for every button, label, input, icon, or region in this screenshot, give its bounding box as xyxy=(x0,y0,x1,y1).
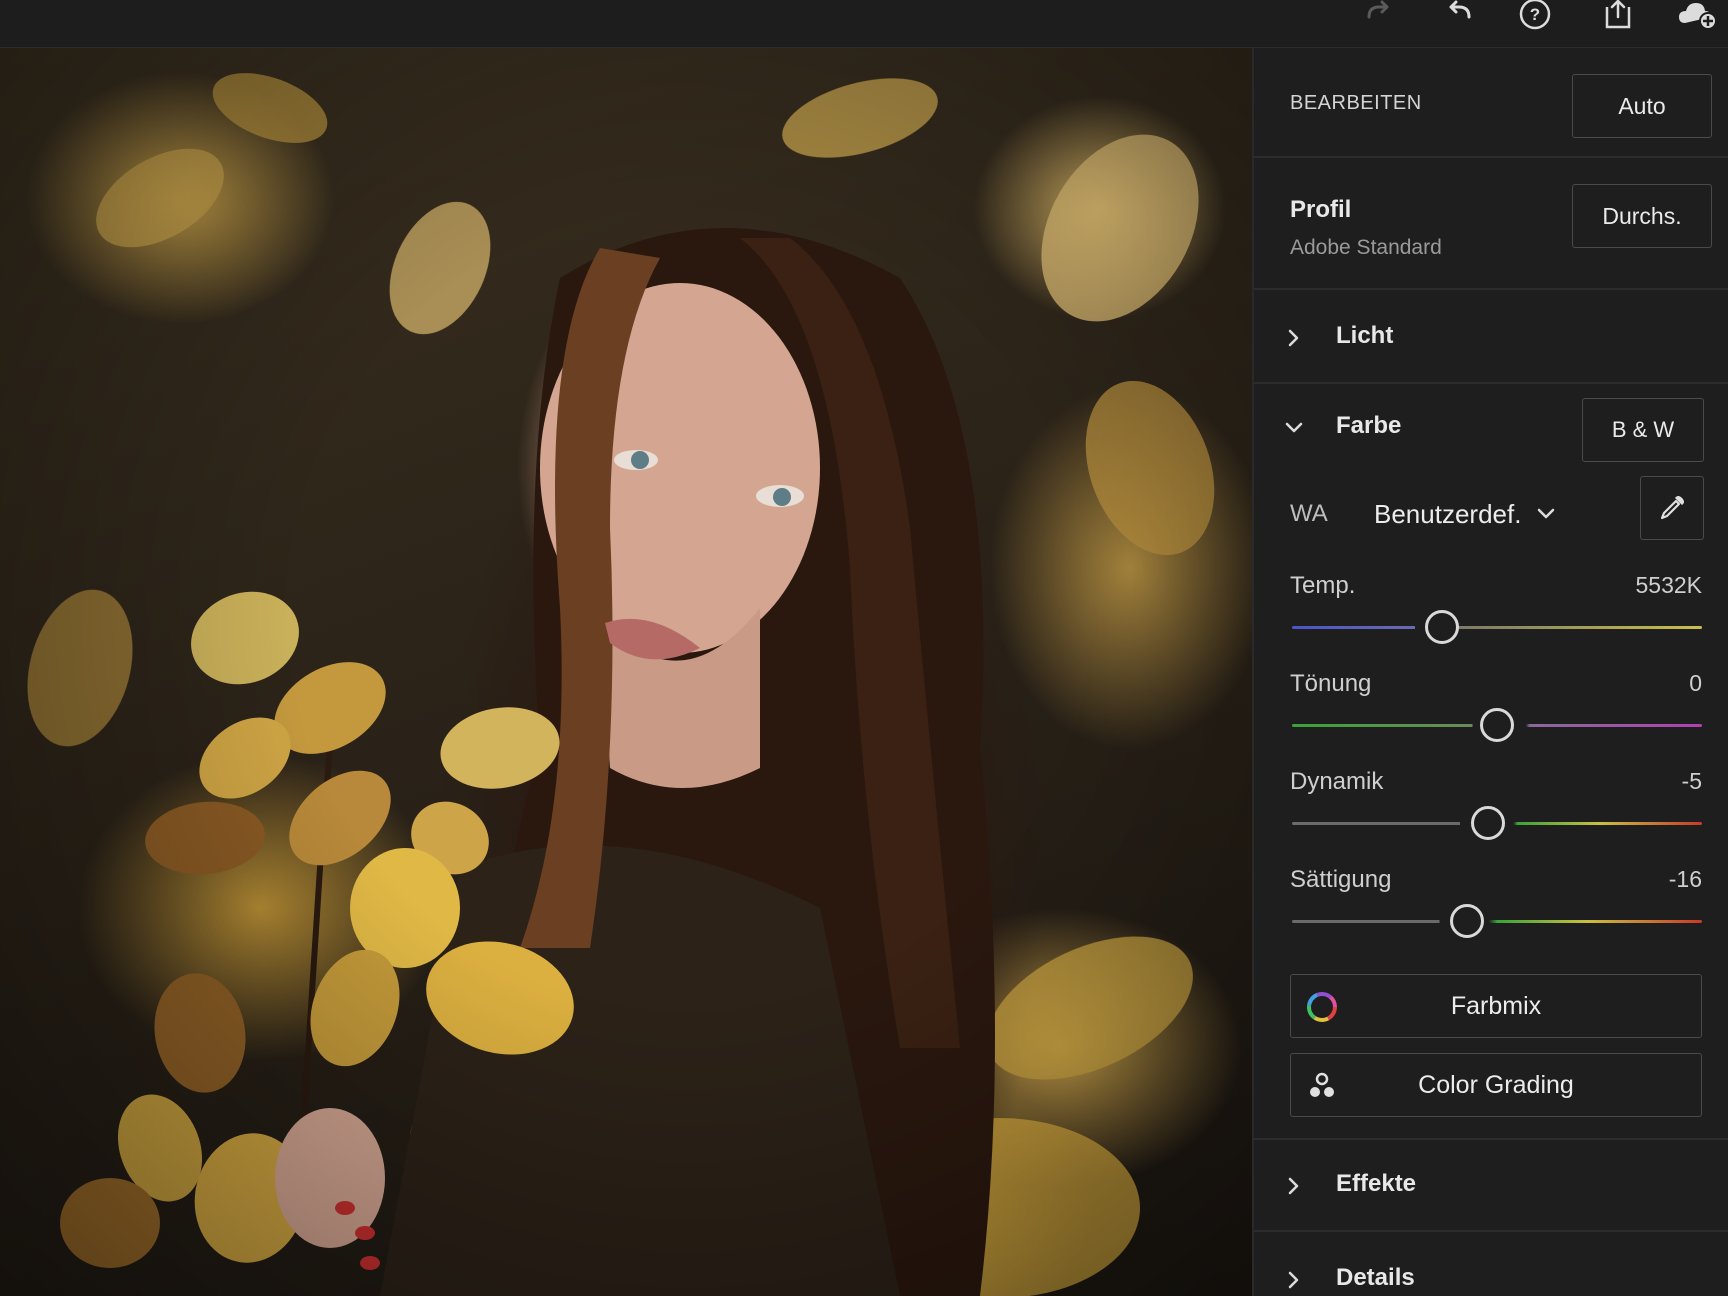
section-details-header[interactable]: Details xyxy=(1254,1232,1728,1296)
slider-value-saturation: -16 xyxy=(1668,866,1702,892)
auto-button[interactable]: Auto xyxy=(1572,74,1712,138)
chevron-right-icon xyxy=(1288,1271,1299,1289)
slider-track-saturation[interactable] xyxy=(1292,920,1702,923)
slider-track-temp[interactable] xyxy=(1292,626,1702,629)
redo-icon[interactable] xyxy=(1356,0,1400,34)
photo-canvas[interactable] xyxy=(0,48,1252,1296)
photo-vignette xyxy=(0,48,1252,1296)
section-color-title: Farbe xyxy=(1336,412,1402,439)
slider-label-temp: Temp. xyxy=(1290,572,1356,599)
slider-thumb-saturation[interactable] xyxy=(1450,904,1484,938)
slider-thumb-tint[interactable] xyxy=(1480,708,1514,742)
section-light-header[interactable]: Licht xyxy=(1254,290,1728,380)
slider-value-temp: 5532K xyxy=(1635,572,1702,598)
chevron-down-icon xyxy=(1285,422,1303,433)
color-grading-button[interactable]: Color Grading xyxy=(1290,1053,1702,1117)
wb-dropdown[interactable]: Benutzerdef. xyxy=(1374,492,1574,536)
section-color-header[interactable]: Farbe xyxy=(1254,384,1554,468)
undo-icon[interactable] xyxy=(1438,0,1482,34)
wb-label: WA xyxy=(1290,500,1328,527)
slider-thumb-vibrance[interactable] xyxy=(1471,806,1505,840)
wb-value: Benutzerdef. xyxy=(1374,498,1522,529)
eyedropper-button[interactable] xyxy=(1640,476,1704,540)
section-light-title: Licht xyxy=(1336,322,1394,349)
panel-title: BEARBEITEN xyxy=(1290,92,1422,114)
chevron-down-icon xyxy=(1538,508,1555,519)
color-grading-icon xyxy=(1310,1072,1334,1097)
chevron-right-icon xyxy=(1288,1177,1299,1195)
colormix-button[interactable]: Farbmix xyxy=(1290,974,1702,1038)
slider-label-vibrance: Dynamik xyxy=(1290,768,1384,795)
svg-text:?: ? xyxy=(1530,5,1540,24)
slider-label-saturation: Sättigung xyxy=(1290,866,1392,893)
divider xyxy=(1254,156,1728,158)
profile-title: Profil xyxy=(1290,196,1352,223)
slider-value-tint: 0 xyxy=(1689,670,1702,696)
slider-value-vibrance: -5 xyxy=(1681,768,1702,794)
color-wheel-icon xyxy=(1307,992,1337,1022)
help-icon[interactable]: ? xyxy=(1513,0,1557,34)
chevron-right-icon xyxy=(1288,329,1299,347)
bw-button[interactable]: B & W xyxy=(1582,398,1704,462)
eyedropper-icon xyxy=(1660,496,1684,520)
slider-thumb-temp[interactable] xyxy=(1425,610,1459,644)
browse-profiles-button[interactable]: Durchs. xyxy=(1572,184,1712,248)
share-icon[interactable] xyxy=(1596,0,1640,34)
color-grading-label: Color Grading xyxy=(1418,1070,1574,1099)
section-effects-title: Effekte xyxy=(1336,1170,1417,1197)
colormix-label: Farbmix xyxy=(1450,991,1542,1020)
top-toolbar: ? xyxy=(0,0,1728,48)
cloud-sync-icon[interactable] xyxy=(1675,0,1719,34)
section-effects-header[interactable]: Effekte xyxy=(1254,1140,1728,1230)
slider-label-tint: Tönung xyxy=(1290,670,1372,697)
profile-value: Adobe Standard xyxy=(1290,236,1442,259)
section-details-title: Details xyxy=(1336,1264,1415,1291)
edit-panel: BEARBEITEN Auto Profil Adobe Standard Du… xyxy=(1252,48,1728,1296)
